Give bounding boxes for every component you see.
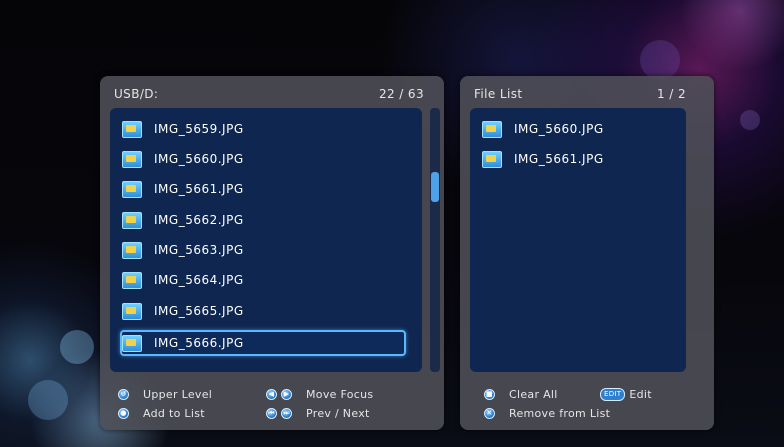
delete-button-icon: ✕: [484, 408, 495, 419]
image-file-icon: [122, 120, 142, 138]
file-list-counter: 1 / 2: [657, 87, 686, 101]
right-arrow-button-icon: ▶: [281, 389, 292, 400]
enter-button-icon: ●: [118, 408, 129, 419]
next-button-icon: ⏭: [281, 408, 292, 419]
scrollbar[interactable]: [430, 108, 440, 372]
image-file-icon: [122, 302, 142, 320]
file-list-title: File List: [474, 87, 523, 101]
legend-remove-from-list: ✕ Remove from List: [484, 407, 610, 420]
edit-button-icon: EDIT: [600, 388, 626, 401]
file-name: IMG_5662.JPG: [154, 213, 244, 227]
legend-clear-all: ■ Clear All: [484, 388, 558, 401]
image-file-icon: [122, 211, 142, 229]
file-list-item[interactable]: IMG_5666.JPG: [120, 330, 406, 356]
file-list: IMG_5659.JPG IMG_5660.JPG IMG_5661.JPG IMG_…: [110, 108, 422, 372]
source-browser-panel: USB/D: 22 / 63 IMG_5659.JPG IMG_5660.JPG I…: [100, 76, 444, 430]
image-file-icon: [122, 271, 142, 289]
legend-label: Upper Level: [143, 388, 213, 401]
file-list-item[interactable]: IMG_5665.JPG: [122, 300, 404, 322]
file-list-item[interactable]: IMG_5664.JPG: [122, 269, 404, 291]
file-name: IMG_5659.JPG: [154, 122, 244, 136]
legend-prev-next: ⏮ ⏭ Prev / Next: [266, 407, 370, 420]
image-file-icon: [122, 241, 142, 259]
file-list-item[interactable]: IMG_5659.JPG: [122, 118, 404, 140]
playlist: IMG_5660.JPG IMG_5661.JPG: [470, 108, 686, 372]
return-button-icon: ↺: [118, 389, 129, 400]
legend-label: Prev / Next: [306, 407, 370, 420]
file-counter: 22 / 63: [378, 87, 424, 101]
legend-label: Move Focus: [306, 388, 374, 401]
background-bokeh: [28, 380, 68, 420]
file-list-item[interactable]: IMG_5661.JPG: [482, 148, 672, 170]
legend-label: Remove from List: [509, 407, 611, 420]
legend-label: Clear All: [509, 388, 558, 401]
legend-add-to-list: ● Add to List: [118, 407, 205, 420]
file-name: IMG_5660.JPG: [154, 152, 244, 166]
scrollbar-thumb[interactable]: [431, 172, 439, 202]
image-file-icon: [482, 120, 502, 138]
file-name: IMG_5661.JPG: [514, 152, 604, 166]
file-name: IMG_5663.JPG: [154, 243, 244, 257]
file-name: IMG_5660.JPG: [514, 122, 604, 136]
image-file-icon: [122, 180, 142, 198]
clear-button-icon: ■: [484, 389, 495, 400]
file-name: IMG_5665.JPG: [154, 304, 244, 318]
background-bokeh: [640, 40, 680, 80]
file-list-item[interactable]: IMG_5662.JPG: [122, 209, 404, 231]
image-file-icon: [482, 150, 502, 168]
file-name: IMG_5661.JPG: [154, 182, 244, 196]
legend-label: Add to List: [143, 407, 205, 420]
file-list-item[interactable]: IMG_5660.JPG: [122, 148, 404, 170]
background-bokeh: [740, 110, 760, 130]
left-arrow-button-icon: ◀: [266, 389, 277, 400]
previous-button-icon: ⏮: [266, 408, 277, 419]
file-name: IMG_5664.JPG: [154, 273, 244, 287]
legend-edit: EDIT Edit: [600, 388, 652, 401]
file-name: IMG_5666.JPG: [154, 336, 244, 350]
file-list-item[interactable]: IMG_5660.JPG: [482, 118, 672, 140]
legend-upper-level: ↺ Upper Level: [118, 388, 212, 401]
image-file-icon: [122, 150, 142, 168]
source-path-title: USB/D:: [114, 87, 159, 101]
file-list-item[interactable]: IMG_5663.JPG: [122, 239, 404, 261]
image-file-icon: [122, 334, 142, 352]
file-list-item[interactable]: IMG_5661.JPG: [122, 178, 404, 200]
file-list-panel: File List 1 / 2 IMG_5660.JPG IMG_5661.JPG…: [460, 76, 714, 430]
legend-label: Edit: [629, 388, 652, 401]
background-bokeh: [60, 330, 94, 364]
media-player-screen: USB/D: 22 / 63 IMG_5659.JPG IMG_5660.JPG I…: [0, 0, 784, 447]
legend-move-focus: ◀ ▶ Move Focus: [266, 388, 373, 401]
